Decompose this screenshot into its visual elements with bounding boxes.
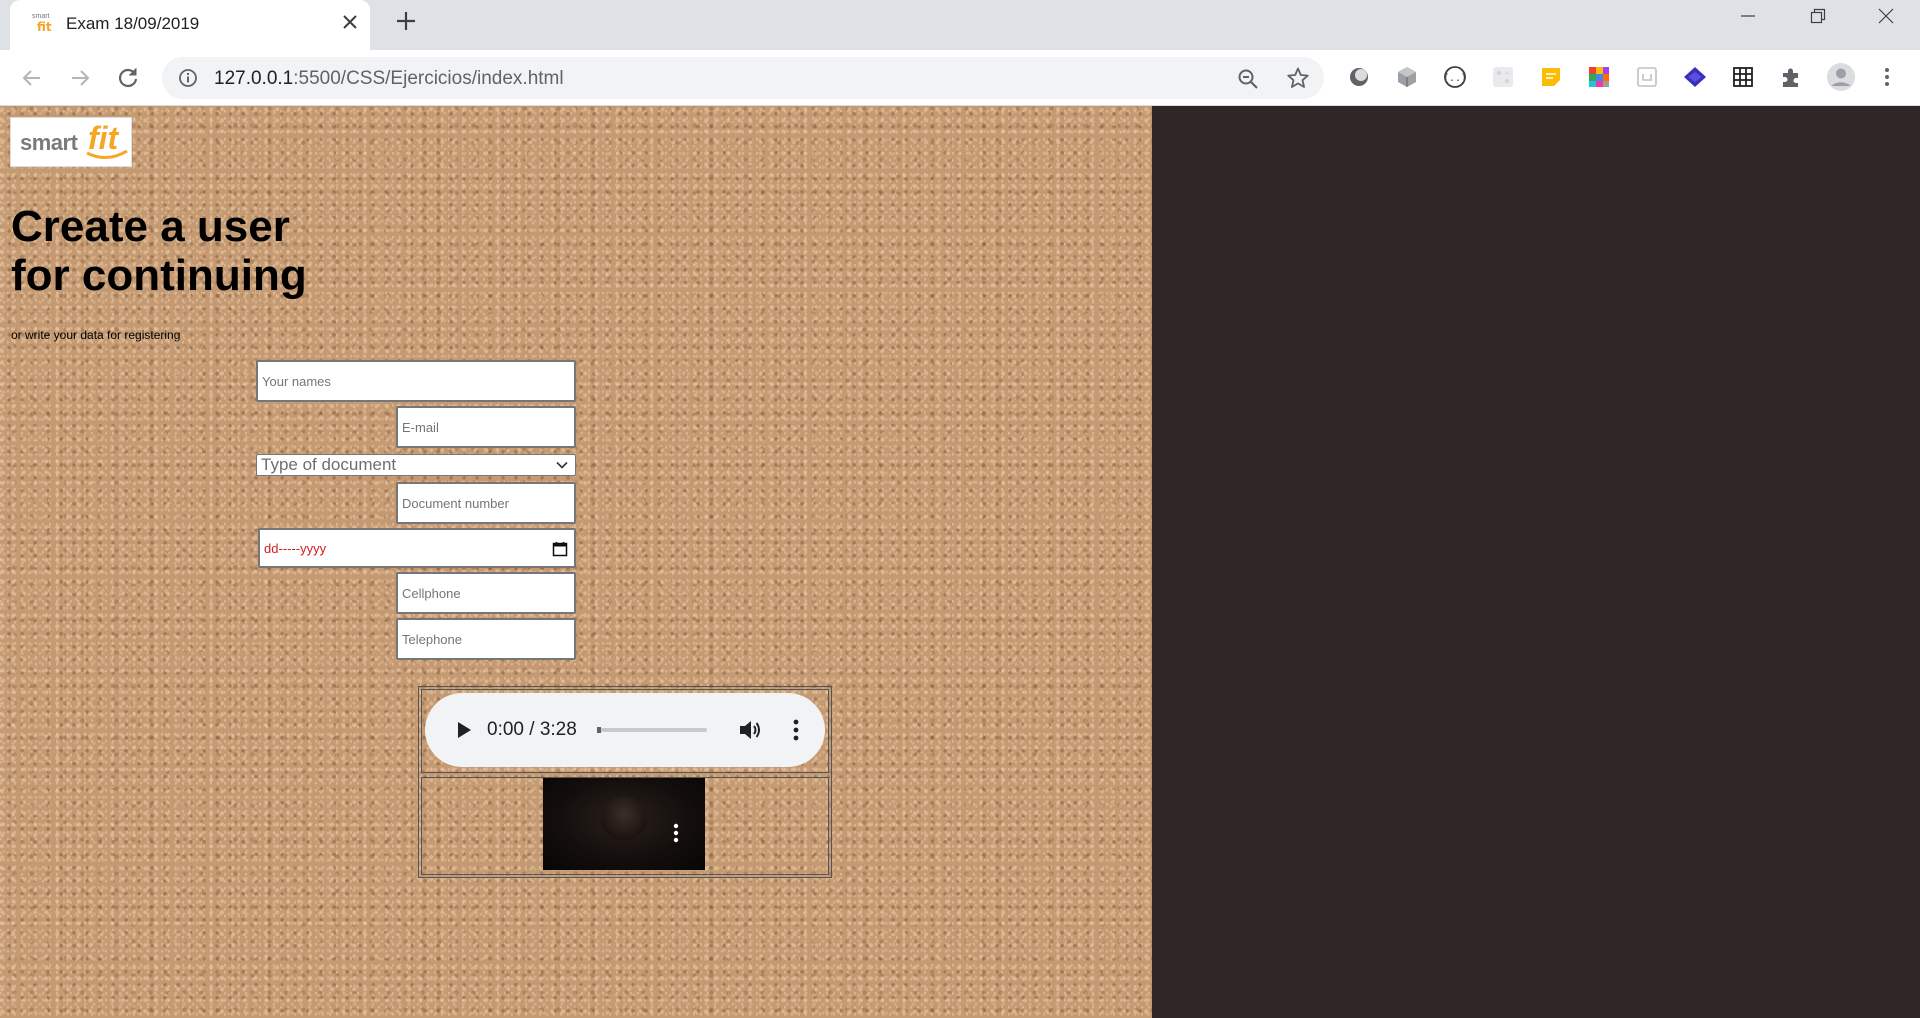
document-number-input[interactable]: Document number	[396, 482, 576, 524]
menu-icon[interactable]	[1874, 64, 1900, 90]
url-text[interactable]: 127.0.0.1:5500/CSS/Ejercicios/index.html	[214, 68, 564, 90]
code-extension-icon[interactable]: {..}	[1442, 64, 1468, 90]
tab-exam[interactable]: smart fit Exam 18/09/2019	[10, 0, 370, 50]
forward-button[interactable]	[66, 64, 94, 92]
reload-button[interactable]	[114, 64, 142, 92]
profile-icon[interactable]	[1826, 62, 1856, 92]
video-menu-icon[interactable]	[671, 822, 681, 844]
smartfit-logo[interactable]: smart fit	[10, 117, 132, 167]
audio-menu-icon[interactable]	[791, 717, 801, 743]
browser-toolbar: 127.0.0.1:5500/CSS/Ejercicios/index.html…	[0, 50, 1920, 106]
color-palette-extension-icon[interactable]	[1586, 64, 1612, 90]
extension-icon[interactable]	[1346, 64, 1372, 90]
zoom-out-icon[interactable]	[1236, 67, 1260, 91]
close-window-button[interactable]	[1866, 8, 1906, 38]
audio-player[interactable]: 0:00 / 3:28	[425, 693, 825, 767]
video-frame	[601, 796, 647, 842]
video-cell	[421, 777, 829, 875]
pattern-extension-icon[interactable]	[1490, 64, 1516, 90]
close-tab-icon[interactable]	[338, 12, 362, 36]
document-type-select[interactable]: Type of document	[256, 454, 576, 476]
logo-swoosh-icon	[86, 149, 128, 159]
clipboard-extension-icon[interactable]	[1634, 64, 1660, 90]
page-title: Create a user for continuing	[11, 202, 307, 300]
volume-icon[interactable]	[737, 717, 763, 743]
media-table: 0:00 / 3:28	[418, 686, 832, 878]
favicon-icon: smart fit	[32, 13, 52, 34]
tab-title: Exam 18/09/2019	[66, 14, 200, 33]
address-bar[interactable]: 127.0.0.1:5500/CSS/Ejercicios/index.html	[162, 57, 1324, 99]
audio-time: 0:00 / 3:28	[487, 719, 577, 740]
info-icon[interactable]	[178, 68, 198, 88]
audio-cell: 0:00 / 3:28	[421, 689, 829, 773]
date-placeholder: dd-----yyyy	[264, 540, 327, 556]
birthdate-input[interactable]: dd-----yyyy	[258, 528, 576, 568]
cork-background: smart fit Create a user for continuing o…	[0, 106, 1152, 1018]
minimize-button[interactable]	[1728, 8, 1768, 38]
bookmark-star-icon[interactable]	[1286, 66, 1310, 90]
document-type-value: Type of document	[261, 455, 397, 474]
sticky-note-extension-icon[interactable]	[1538, 64, 1564, 90]
svg-text:{..}: {..}	[1443, 73, 1467, 84]
cube-extension-icon[interactable]	[1394, 64, 1420, 90]
layers-extension-icon[interactable]	[1682, 64, 1708, 90]
grid-extension-icon[interactable]	[1730, 64, 1756, 90]
calendar-icon[interactable]	[552, 541, 568, 557]
tab-strip: smart fit Exam 18/09/2019	[0, 0, 1920, 50]
chevron-down-icon	[556, 461, 568, 469]
back-button[interactable]	[18, 64, 46, 92]
puzzle-icon[interactable]	[1778, 64, 1804, 90]
email-input[interactable]: E-mail	[396, 406, 576, 448]
audio-seek-bar[interactable]	[597, 727, 707, 733]
telephone-input[interactable]: Telephone	[396, 618, 576, 660]
seek-thumb[interactable]	[597, 727, 601, 733]
page-viewport: smart fit Create a user for continuing o…	[0, 106, 1920, 1018]
play-icon[interactable]	[455, 720, 473, 740]
page-subtitle: or write your data for registering	[11, 328, 181, 342]
cellphone-input[interactable]: Cellphone	[396, 572, 576, 614]
new-tab-button[interactable]	[392, 10, 420, 38]
restore-button[interactable]	[1798, 8, 1838, 38]
video-player[interactable]	[543, 778, 705, 870]
names-input[interactable]: Your names	[256, 360, 576, 402]
